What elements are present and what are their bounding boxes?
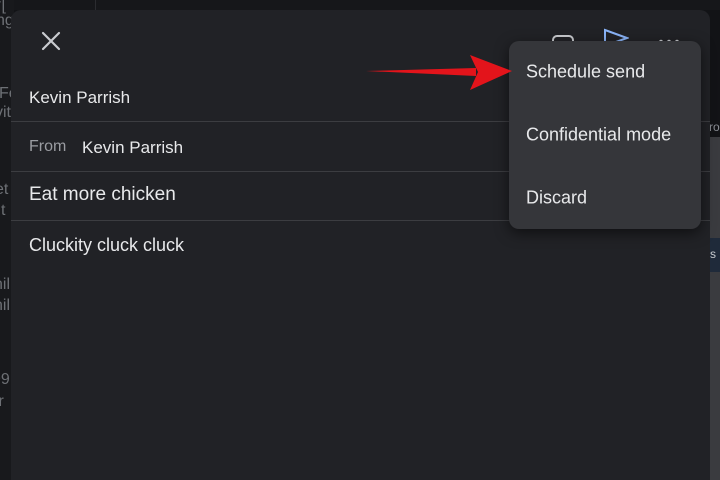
menu-item-label: Discard bbox=[526, 187, 588, 208]
background-text-fragment: ro bbox=[709, 120, 720, 134]
close-button[interactable] bbox=[38, 28, 64, 54]
menu-item-discard[interactable]: Discard bbox=[509, 167, 701, 229]
subject-value: Eat more chicken bbox=[29, 184, 176, 205]
annotation-arrow bbox=[366, 55, 512, 90]
overflow-menu: Schedule send Confidential mode Discard bbox=[509, 41, 701, 229]
from-value: Kevin Parrish bbox=[82, 138, 184, 157]
background-text-fragment: t bbox=[1, 202, 6, 219]
menu-item-label: Confidential mode bbox=[526, 124, 672, 145]
arrow-head bbox=[470, 55, 512, 90]
background-text-fragment: vit bbox=[0, 104, 11, 121]
from-label: From bbox=[29, 138, 67, 155]
menu-item-confidential-mode[interactable]: Confidential mode bbox=[509, 104, 701, 166]
background-text-fragment: ir bbox=[0, 393, 4, 410]
background-text-fragment: nil bbox=[0, 297, 11, 314]
background-top-bar bbox=[0, 0, 720, 10]
menu-item-schedule-send[interactable]: Schedule send bbox=[509, 41, 701, 103]
background-right-panel bbox=[710, 137, 720, 480]
background-text-fragment: nil bbox=[0, 276, 11, 293]
background-text-fragment: s bbox=[710, 247, 716, 261]
background-text-fragment: et bbox=[0, 181, 9, 198]
arrow-shaft bbox=[366, 68, 476, 76]
menu-item-label: Schedule send bbox=[526, 61, 646, 82]
background-divider bbox=[95, 0, 96, 10]
message-body[interactable]: Cluckity cluck cluck bbox=[29, 235, 184, 256]
to-value: Kevin Parrish bbox=[29, 88, 131, 107]
background-text-fragment: 99 bbox=[0, 371, 10, 388]
close-icon bbox=[41, 31, 61, 51]
screen: ‘[ ng Fe vit et t nil nil 99 ir ro s bbox=[0, 0, 720, 480]
